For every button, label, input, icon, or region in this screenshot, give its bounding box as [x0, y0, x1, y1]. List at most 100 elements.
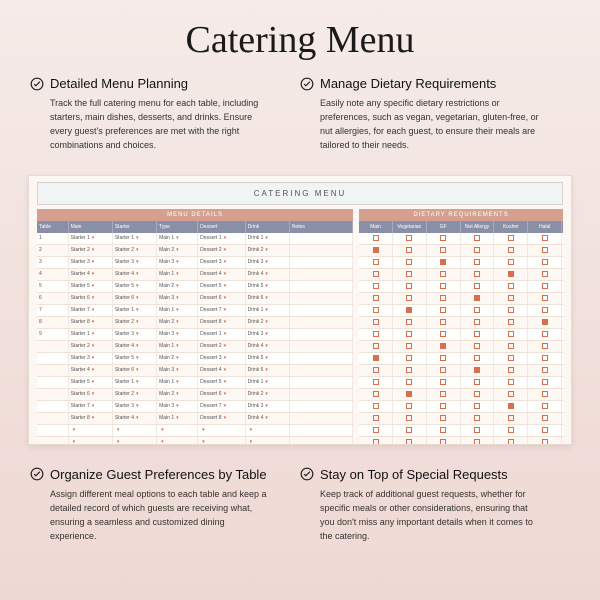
checkbox-icon[interactable] — [373, 403, 379, 409]
checkbox-icon[interactable] — [373, 235, 379, 241]
checkbox-icon[interactable] — [542, 295, 548, 301]
checkbox-icon[interactable] — [508, 295, 514, 301]
checkbox-icon[interactable] — [373, 439, 379, 445]
checkbox-icon[interactable] — [373, 295, 379, 301]
checkbox-icon[interactable] — [542, 271, 548, 277]
checkbox-icon[interactable] — [508, 439, 514, 445]
checkbox-icon[interactable] — [406, 259, 412, 265]
checkbox-icon[interactable] — [508, 247, 514, 253]
checkbox-icon[interactable] — [373, 379, 379, 385]
checkbox-icon[interactable] — [440, 295, 446, 301]
checkbox-icon[interactable] — [474, 415, 480, 421]
checkbox-icon[interactable] — [542, 403, 548, 409]
checkbox-icon[interactable] — [373, 259, 379, 265]
checkbox-icon[interactable] — [373, 367, 379, 373]
checkbox-icon[interactable] — [474, 379, 480, 385]
checkbox-icon[interactable] — [508, 379, 514, 385]
checkbox-icon[interactable] — [542, 259, 548, 265]
checkbox-icon[interactable] — [542, 235, 548, 241]
checkbox-icon[interactable] — [440, 259, 446, 265]
checkbox-icon[interactable] — [474, 235, 480, 241]
checkbox-icon[interactable] — [474, 295, 480, 301]
checkbox-icon[interactable] — [440, 319, 446, 325]
checkbox-icon[interactable] — [440, 439, 446, 445]
checkbox-icon[interactable] — [440, 427, 446, 433]
checkbox-icon[interactable] — [406, 427, 412, 433]
checkbox-icon[interactable] — [474, 283, 480, 289]
checkbox-icon[interactable] — [542, 391, 548, 397]
checkbox-icon[interactable] — [373, 283, 379, 289]
checkbox-icon[interactable] — [406, 403, 412, 409]
checkbox-icon[interactable] — [406, 235, 412, 241]
checkbox-icon[interactable] — [474, 403, 480, 409]
checkbox-icon[interactable] — [440, 367, 446, 373]
checkbox-icon[interactable] — [406, 319, 412, 325]
checkbox-icon[interactable] — [474, 307, 480, 313]
checkbox-icon[interactable] — [542, 415, 548, 421]
checkbox-icon[interactable] — [406, 307, 412, 313]
checkbox-icon[interactable] — [373, 331, 379, 337]
checkbox-icon[interactable] — [406, 247, 412, 253]
checkbox-icon[interactable] — [440, 355, 446, 361]
checkbox-icon[interactable] — [542, 319, 548, 325]
checkbox-icon[interactable] — [542, 379, 548, 385]
checkbox-icon[interactable] — [440, 391, 446, 397]
checkbox-icon[interactable] — [440, 247, 446, 253]
checkbox-icon[interactable] — [474, 367, 480, 373]
checkbox-icon[interactable] — [406, 295, 412, 301]
checkbox-icon[interactable] — [508, 259, 514, 265]
checkbox-icon[interactable] — [440, 403, 446, 409]
checkbox-icon[interactable] — [440, 283, 446, 289]
checkbox-icon[interactable] — [542, 427, 548, 433]
checkbox-icon[interactable] — [406, 367, 412, 373]
checkbox-icon[interactable] — [474, 271, 480, 277]
checkbox-icon[interactable] — [474, 319, 480, 325]
checkbox-icon[interactable] — [542, 247, 548, 253]
checkbox-icon[interactable] — [406, 355, 412, 361]
checkbox-icon[interactable] — [406, 415, 412, 421]
checkbox-icon[interactable] — [440, 271, 446, 277]
checkbox-icon[interactable] — [474, 343, 480, 349]
checkbox-icon[interactable] — [508, 343, 514, 349]
checkbox-icon[interactable] — [406, 391, 412, 397]
checkbox-icon[interactable] — [474, 391, 480, 397]
checkbox-icon[interactable] — [373, 319, 379, 325]
checkbox-icon[interactable] — [406, 283, 412, 289]
checkbox-icon[interactable] — [508, 307, 514, 313]
checkbox-icon[interactable] — [542, 439, 548, 445]
checkbox-icon[interactable] — [542, 367, 548, 373]
checkbox-icon[interactable] — [373, 247, 379, 253]
checkbox-icon[interactable] — [508, 391, 514, 397]
checkbox-icon[interactable] — [440, 331, 446, 337]
checkbox-icon[interactable] — [474, 259, 480, 265]
checkbox-icon[interactable] — [440, 379, 446, 385]
checkbox-icon[interactable] — [508, 271, 514, 277]
checkbox-icon[interactable] — [406, 331, 412, 337]
checkbox-icon[interactable] — [406, 343, 412, 349]
checkbox-icon[interactable] — [474, 331, 480, 337]
checkbox-icon[interactable] — [508, 367, 514, 373]
checkbox-icon[interactable] — [373, 307, 379, 313]
checkbox-icon[interactable] — [440, 415, 446, 421]
checkbox-icon[interactable] — [406, 439, 412, 445]
checkbox-icon[interactable] — [508, 235, 514, 241]
checkbox-icon[interactable] — [474, 439, 480, 445]
checkbox-icon[interactable] — [508, 403, 514, 409]
checkbox-icon[interactable] — [508, 355, 514, 361]
checkbox-icon[interactable] — [508, 427, 514, 433]
checkbox-icon[interactable] — [440, 343, 446, 349]
checkbox-icon[interactable] — [508, 283, 514, 289]
checkbox-icon[interactable] — [440, 307, 446, 313]
checkbox-icon[interactable] — [542, 331, 548, 337]
checkbox-icon[interactable] — [542, 307, 548, 313]
checkbox-icon[interactable] — [373, 271, 379, 277]
checkbox-icon[interactable] — [474, 247, 480, 253]
checkbox-icon[interactable] — [440, 235, 446, 241]
checkbox-icon[interactable] — [474, 355, 480, 361]
checkbox-icon[interactable] — [373, 391, 379, 397]
checkbox-icon[interactable] — [373, 355, 379, 361]
checkbox-icon[interactable] — [508, 331, 514, 337]
checkbox-icon[interactable] — [373, 427, 379, 433]
checkbox-icon[interactable] — [406, 271, 412, 277]
checkbox-icon[interactable] — [406, 379, 412, 385]
